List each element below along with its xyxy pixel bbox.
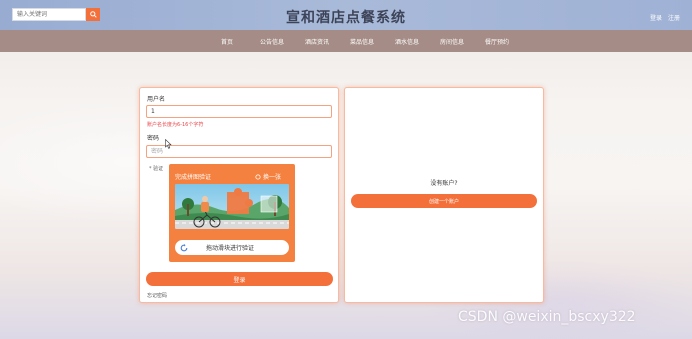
password-input[interactable] — [146, 145, 332, 158]
forgot-password-link[interactable]: 忘记密码 — [147, 292, 167, 299]
main-nav: 首页 公告信息 酒店资讯 菜品信息 酒水信息 房间信息 餐厅预约 — [0, 30, 692, 52]
top-bar: 宣和酒店点餐系统 登录 注册 — [0, 0, 692, 30]
refresh-icon — [255, 173, 261, 180]
username-input[interactable] — [146, 105, 332, 118]
login-button[interactable]: 登录 — [146, 272, 333, 286]
username-hint: 账户名长度为6-16个字符 — [147, 122, 204, 128]
no-account-text: 没有账户? — [430, 180, 458, 187]
captcha-popup: 完成拼图验证 换一张 拖动滑块进行验证 — [169, 164, 295, 262]
register-link[interactable]: 注册 — [668, 13, 680, 22]
captcha-refresh-label: 换一张 — [262, 174, 281, 181]
create-account-button[interactable]: 创建一个账户 — [351, 194, 537, 208]
slider-instruction: 拖动滑块进行验证 — [206, 245, 255, 252]
captcha-label: * 验证 — [149, 166, 164, 172]
captcha-refresh-button[interactable]: 换一张 — [255, 172, 281, 181]
nav-item-hotel-news[interactable]: 酒店资讯 — [295, 37, 340, 46]
watermark: CSDN @weixin_bscxy322 — [458, 309, 636, 325]
nav-item-rooms[interactable]: 房间信息 — [430, 37, 475, 46]
captcha-slider[interactable]: 拖动滑块进行验证 — [175, 240, 289, 255]
captcha-title: 完成拼图验证 — [175, 174, 212, 181]
password-label: 密码 — [147, 135, 160, 142]
nav-item-announcements[interactable]: 公告信息 — [250, 37, 295, 46]
refresh-icon — [180, 243, 187, 251]
slider-handle[interactable] — [177, 241, 190, 254]
nav-item-drinks[interactable]: 酒水信息 — [385, 37, 430, 46]
site-title: 宣和酒店点餐系统 — [286, 10, 406, 26]
login-link[interactable]: 登录 — [650, 13, 662, 22]
nav-item-dishes[interactable]: 菜品信息 — [340, 37, 385, 46]
mouse-cursor-icon — [165, 139, 172, 149]
username-label: 用户名 — [147, 96, 166, 103]
captcha-puzzle-image — [175, 184, 289, 229]
nav-item-home[interactable]: 首页 — [205, 37, 250, 46]
nav-item-reservation[interactable]: 餐厅预约 — [475, 37, 520, 46]
